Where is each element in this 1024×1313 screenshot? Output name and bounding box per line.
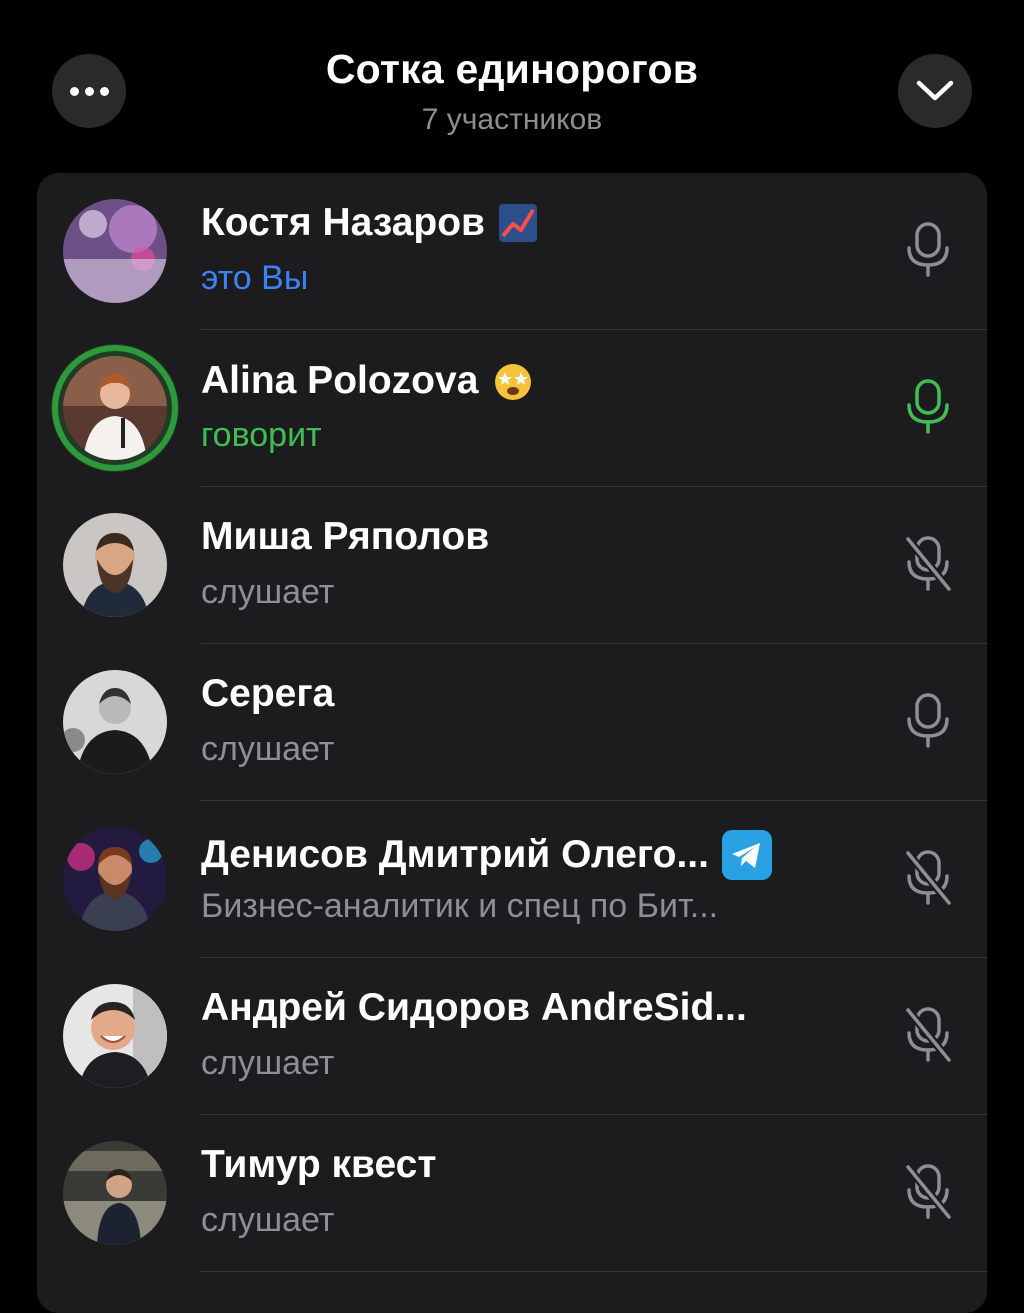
star-struck-emoji [490,358,536,404]
chevron-down-icon [916,80,954,101]
participant-row[interactable]: Alina Polozova говорит [37,330,987,487]
participant-name: Андрей Сидоров AndreSid... [201,986,747,1029]
telegram-icon [721,829,773,881]
participant-name: Тимур квест [201,1143,437,1186]
row-divider [201,1271,987,1272]
participant-count: 7 участников [421,103,603,136]
mic-active-icon[interactable] [903,378,953,436]
mic-icon[interactable] [903,221,953,279]
participant-row[interactable]: Костя Назаров это Вы [37,173,987,330]
participant-status: говорит [201,416,322,454]
collapse-button[interactable] [898,54,972,128]
participant-status: слушает [201,730,335,768]
avatar [63,199,167,303]
call-header: Сотка единорогов 7 участников [0,0,1024,172]
participant-row[interactable]: Серега слушает [37,644,987,801]
participant-status: это Вы [201,259,309,297]
participant-status: слушает [201,1044,335,1082]
participant-row[interactable]: Миша Ряполов слушает [37,487,987,644]
mic-muted-icon[interactable] [903,535,953,593]
participant-name: Серега [201,672,335,715]
participant-row[interactable]: Андрей Сидоров AndreSid... слушает [37,958,987,1115]
avatar [63,984,167,1088]
participant-status: слушает [201,1201,335,1239]
mic-muted-icon[interactable] [903,1006,953,1064]
participant-status: слушает [201,573,335,611]
avatar [52,345,178,471]
avatar [63,670,167,774]
participant-row[interactable]: Тимур квест слушает [37,1115,987,1272]
mic-muted-icon[interactable] [903,1163,953,1221]
participant-name: Миша Ряполов [201,515,490,558]
participant-name: Денисов Дмитрий Олего... [201,833,709,876]
avatar [63,827,167,931]
avatar [63,1141,167,1245]
participant-row[interactable]: Денисов Дмитрий Олего... Бизнес-аналитик… [37,801,987,958]
participants-list: Костя Назаров это Вы Alina Polozova гово… [37,173,987,1313]
group-title: Сотка единорогов [325,46,699,92]
participant-name: Alina Polozova [201,359,479,402]
mic-icon[interactable] [903,692,953,750]
participant-name: Костя Назаров [201,201,486,244]
mic-muted-icon[interactable] [903,849,953,907]
avatar [63,513,167,617]
chart-increasing-emoji [497,202,539,244]
participant-status: Бизнес-аналитик и спец по Бит... [201,887,719,925]
